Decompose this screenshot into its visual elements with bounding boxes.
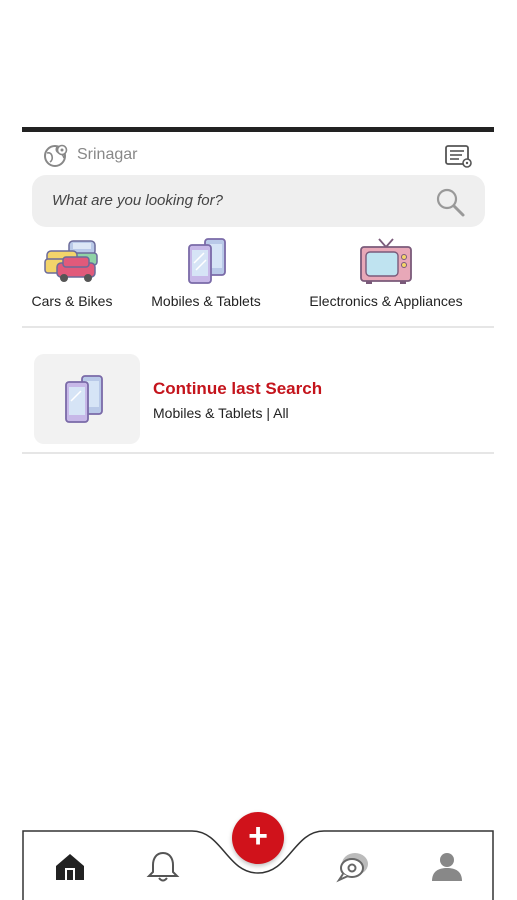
- sell-add-button[interactable]: +: [232, 812, 284, 864]
- category-row: Cars & Bikes Mobiles & Tablets Electroni…: [22, 237, 494, 325]
- last-search-title[interactable]: Continue last Search: [153, 379, 322, 399]
- search-icon[interactable]: [433, 185, 467, 219]
- saved-list-icon[interactable]: [444, 143, 474, 169]
- search-bar[interactable]: What are you looking for?: [32, 175, 485, 227]
- chat-icon[interactable]: [333, 848, 373, 884]
- category-cars-bikes[interactable]: Cars & Bikes: [26, 237, 118, 309]
- category-mobiles-tablets[interactable]: Mobiles & Tablets: [140, 237, 272, 309]
- cars-icon: [44, 240, 98, 282]
- plus-icon: +: [248, 817, 268, 855]
- category-electronics-appliances[interactable]: Electronics & Appliances: [296, 237, 476, 309]
- divider: [22, 326, 494, 328]
- search-input[interactable]: What are you looking for?: [52, 192, 223, 209]
- category-label: Mobiles & Tablets: [151, 293, 261, 309]
- last-search-thumbnail: [34, 354, 140, 444]
- globe-location-icon[interactable]: [43, 143, 69, 169]
- divider: [22, 452, 494, 454]
- category-label: Cars & Bikes: [31, 293, 113, 309]
- bottom-navigation: +: [22, 812, 494, 900]
- last-search-subtitle: Mobiles & Tablets | All: [153, 405, 289, 421]
- profile-icon[interactable]: [427, 848, 467, 884]
- mobiles-icon: [188, 238, 226, 284]
- location-row[interactable]: Srinagar: [22, 141, 494, 169]
- top-bar: [22, 127, 494, 132]
- app-screen: Srinagar What are you looking for? Cars …: [22, 127, 494, 900]
- home-icon[interactable]: [50, 848, 90, 884]
- bell-icon[interactable]: [143, 848, 183, 884]
- continue-last-search-card[interactable]: Continue last Search Mobiles & Tablets |…: [34, 354, 484, 446]
- tv-icon: [360, 238, 412, 284]
- mobiles-icon: [65, 375, 103, 423]
- category-label: Electronics & Appliances: [309, 293, 463, 309]
- location-name[interactable]: Srinagar: [77, 146, 137, 164]
